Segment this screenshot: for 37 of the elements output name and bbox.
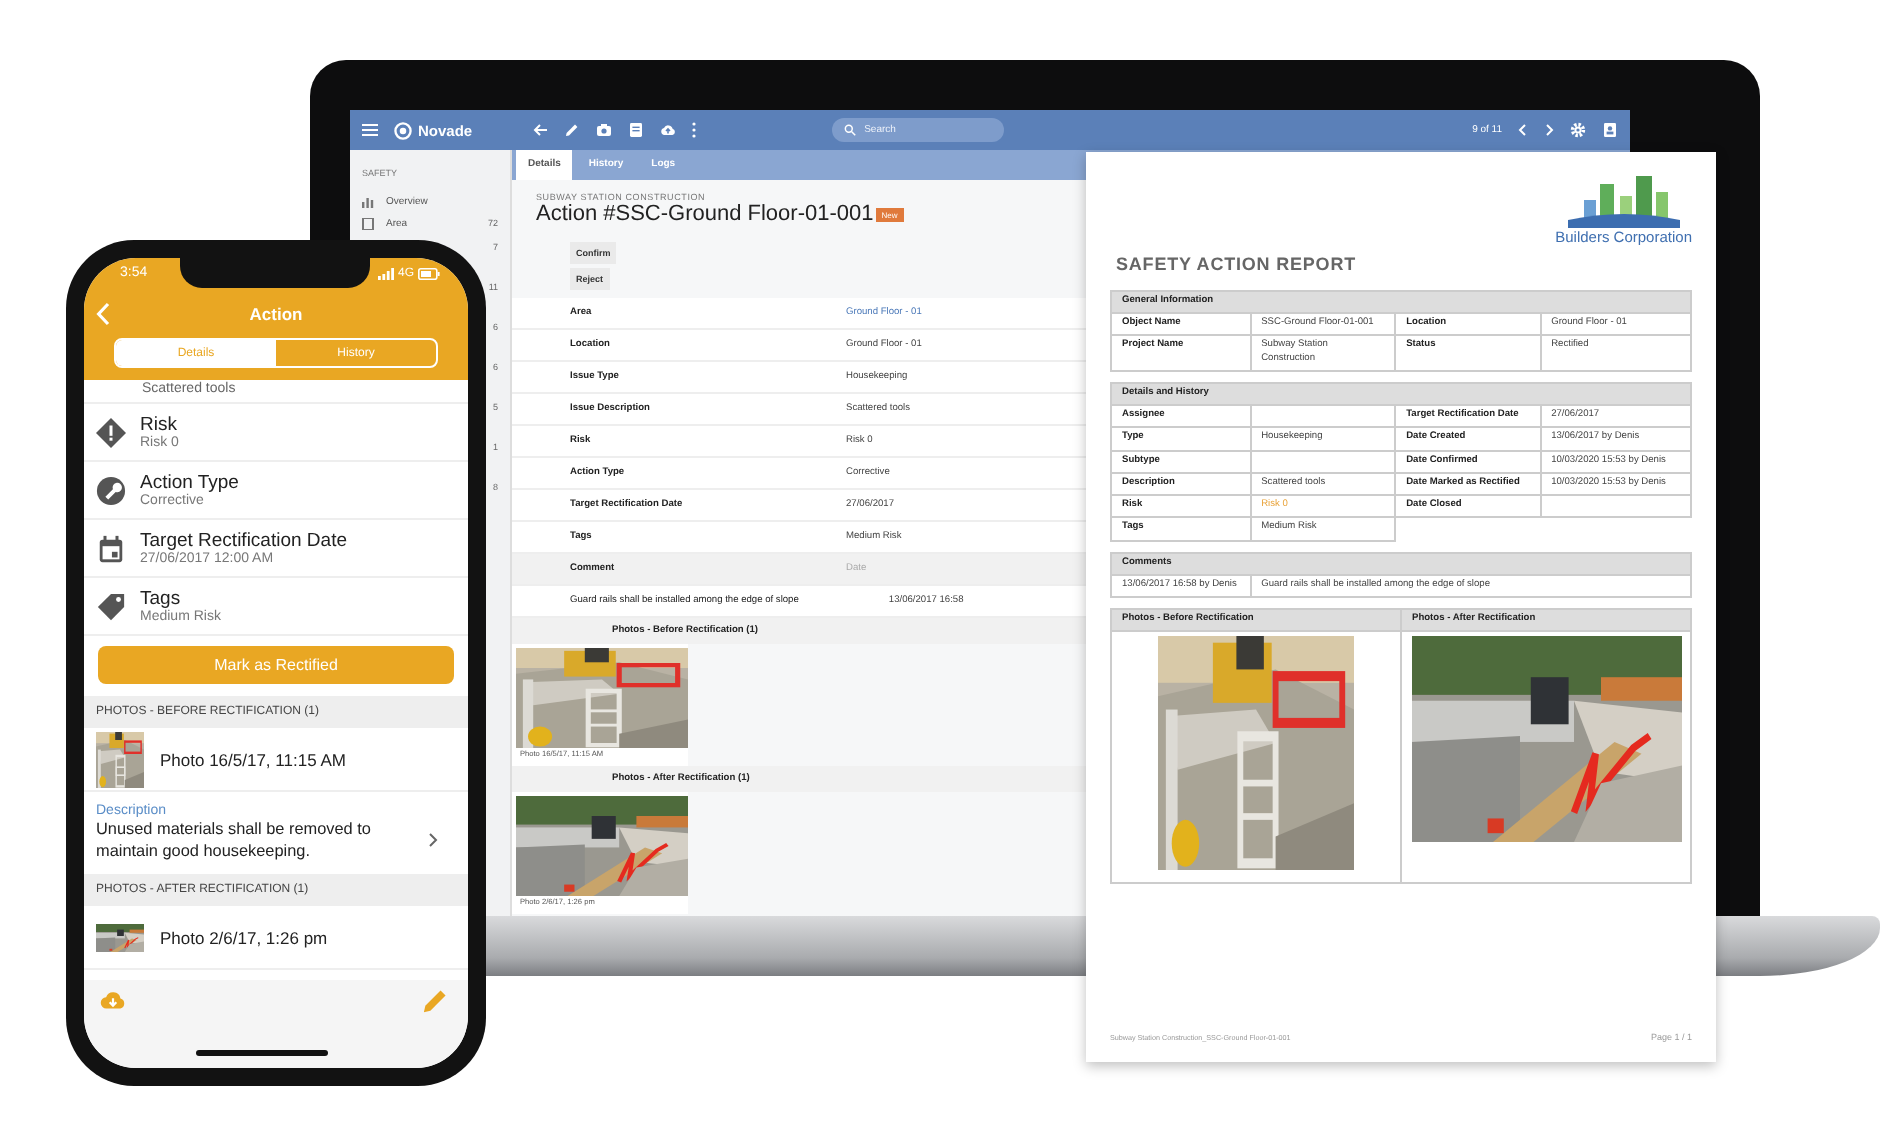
warning-diamond-icon	[96, 417, 126, 447]
photo-name: Photo 16/5/17, 11:15 AM	[160, 749, 346, 769]
item-title: Target Rectification Date	[140, 530, 347, 552]
photo-row[interactable]: Photo 2/6/17, 1:26 pm	[84, 906, 468, 971]
cloud-download-icon[interactable]	[100, 988, 126, 1014]
pencil-icon[interactable]	[564, 122, 581, 138]
settings-icon[interactable]	[1570, 122, 1586, 138]
screen-title: Action	[249, 303, 303, 323]
item-title: Tags	[140, 588, 181, 610]
more-icon[interactable]	[692, 122, 697, 138]
battery-icon	[418, 267, 440, 279]
wrench-icon	[96, 475, 126, 505]
item-title: Risk	[140, 414, 179, 436]
description-text: Unused materials shall be removed to maintain good housekeeping.	[96, 818, 373, 863]
item-title: Action Type	[140, 472, 239, 494]
calendar-icon	[96, 533, 126, 563]
menu-icon[interactable]	[362, 122, 378, 138]
tag-icon	[96, 591, 126, 621]
action-title: Action #SSC-Ground Floor-01-001	[536, 202, 874, 226]
contact-icon[interactable]	[1602, 122, 1618, 138]
report-title: SAFETY ACTION REPORT	[1116, 254, 1359, 274]
photo-name: Photo 2/6/17, 1:26 pm	[160, 927, 328, 948]
note-icon[interactable]	[628, 122, 645, 138]
previous-icon[interactable]	[1518, 122, 1528, 138]
back-arrow-icon[interactable]	[532, 122, 549, 138]
back-chevron-icon[interactable]	[96, 301, 110, 325]
cloud-upload-icon[interactable]	[660, 122, 677, 138]
home-indicator	[196, 1050, 328, 1056]
logo-icon	[394, 121, 412, 139]
chart-icon	[362, 195, 374, 207]
photo-row[interactable]: Photo 16/5/17, 11:15 AM	[84, 728, 468, 792]
signal-icon	[377, 267, 394, 279]
next-icon[interactable]	[1544, 122, 1554, 138]
page-icon	[362, 217, 374, 229]
search-icon	[844, 124, 857, 136]
camera-icon[interactable]	[596, 122, 613, 138]
chevron-icon[interactable]	[428, 832, 438, 849]
